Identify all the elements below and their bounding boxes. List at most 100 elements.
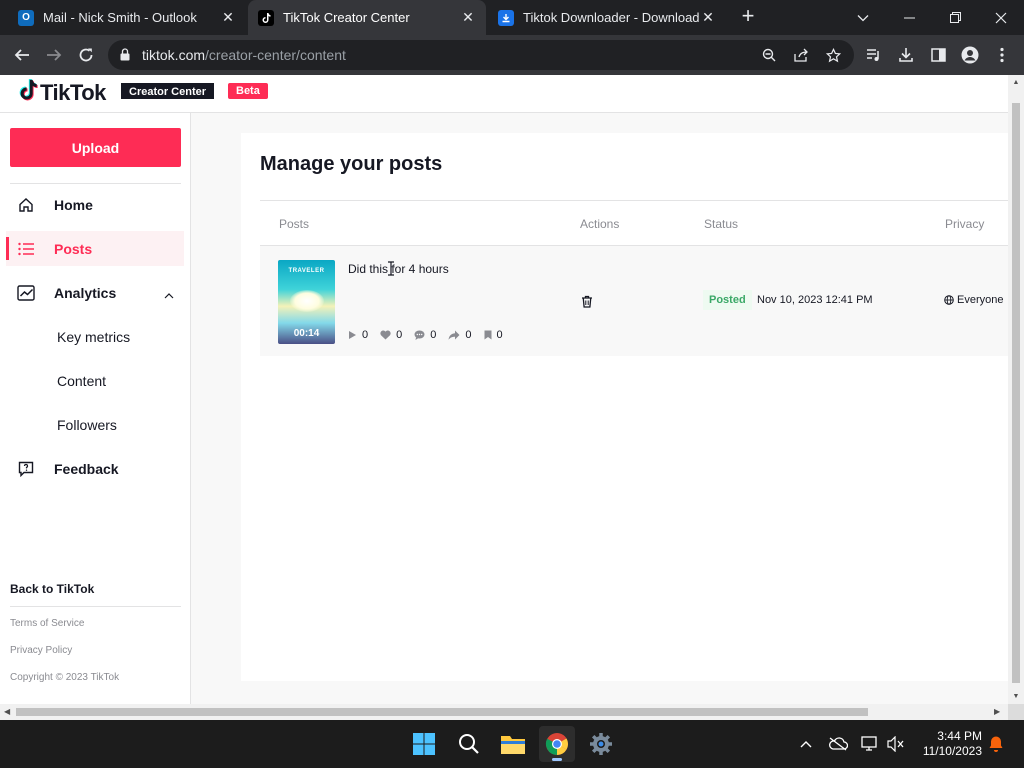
windows-taskbar: 3:44 PM 11/10/2023 — [0, 720, 1024, 768]
address-bar[interactable]: tiktok.com/creator-center/content — [108, 40, 854, 70]
tab-tiktok-downloader[interactable]: Tiktok Downloader - Download ✕ — [488, 0, 726, 35]
download-icon — [498, 9, 514, 26]
saves-stat: 0 — [484, 329, 503, 341]
tray-chevron-up-icon[interactable] — [796, 734, 816, 754]
sidebar-item-label: Home — [54, 196, 93, 213]
play-icon — [348, 330, 357, 340]
privacy-setting[interactable]: Everyone — [944, 294, 1003, 306]
tiktok-logo[interactable]: TikTok — [16, 78, 106, 107]
sidebar-subitem-followers[interactable]: Followers — [57, 417, 117, 433]
forward-arrow-icon[interactable] — [42, 43, 66, 67]
scroll-up-arrow-icon[interactable]: ▲ — [1012, 79, 1020, 86]
logo-wordmark: TikTok — [40, 79, 106, 105]
kebab-menu-icon[interactable] — [990, 43, 1014, 67]
home-icon — [16, 197, 36, 213]
plays-count: 0 — [362, 329, 369, 341]
post-thumbnail[interactable]: TRAVELER 00:14 — [278, 260, 335, 344]
chevron-up-icon[interactable] — [164, 286, 174, 302]
beta-badge: Beta — [228, 83, 268, 99]
scroll-right-arrow-icon[interactable]: ▶ — [994, 707, 1000, 716]
saves-count: 0 — [496, 329, 503, 341]
search-icon[interactable] — [451, 726, 487, 762]
notification-bell-icon[interactable] — [986, 734, 1006, 754]
tab-title: TikTok Creator Center — [283, 10, 410, 25]
file-explorer-icon[interactable] — [495, 726, 531, 762]
reload-icon[interactable] — [74, 43, 98, 67]
status-badge: Posted — [703, 290, 752, 310]
sidebar-subitem-key-metrics[interactable]: Key metrics — [57, 329, 130, 345]
settings-gear-icon[interactable] — [583, 726, 619, 762]
new-tab-button[interactable]: + — [736, 5, 760, 29]
sidebar-item-analytics[interactable]: Analytics — [6, 275, 184, 310]
table-header: Posts Actions Status Privacy — [260, 200, 1008, 246]
privacy-policy-link[interactable]: Privacy Policy — [10, 645, 72, 656]
scroll-down-arrow-icon[interactable]: ▼ — [1012, 693, 1020, 700]
table-row[interactable]: TRAVELER 00:14 Did this for 4 hours 0 0 … — [260, 246, 1008, 356]
page-title: Manage your posts — [260, 153, 443, 175]
sidebar-item-posts[interactable]: Posts — [6, 231, 184, 266]
chrome-icon[interactable] — [539, 726, 575, 762]
close-icon[interactable]: ✕ — [700, 9, 716, 26]
page-viewport: TikTok Creator Center Beta Upload Home P… — [0, 75, 1008, 704]
tab-outlook[interactable]: O Mail - Nick Smith - Outlook ✕ — [8, 0, 246, 35]
column-header-actions: Actions — [580, 217, 620, 231]
column-header-status: Status — [704, 217, 739, 231]
post-stats: 0 0 0 0 0 — [348, 329, 515, 341]
sidebar-item-home[interactable]: Home — [6, 187, 184, 222]
display-icon[interactable] — [860, 734, 880, 754]
clock-time: 3:44 PM — [937, 729, 982, 743]
minimize-button[interactable] — [886, 0, 932, 35]
bookmark-icon — [484, 330, 492, 340]
lock-icon — [120, 48, 130, 66]
sidebar-item-feedback[interactable]: Feedback — [6, 451, 184, 486]
volume-muted-icon[interactable] — [886, 734, 906, 754]
back-to-tiktok-link[interactable]: Back to TikTok — [10, 582, 94, 596]
privacy-label: Everyone — [957, 294, 1004, 306]
terms-of-service-link[interactable]: Terms of Service — [10, 618, 84, 629]
close-window-button[interactable] — [978, 0, 1024, 35]
post-title[interactable]: Did this for 4 hours — [348, 262, 449, 276]
upload-button[interactable]: Upload — [10, 128, 181, 167]
tiktok-note-icon — [16, 78, 38, 107]
globe-icon — [944, 295, 954, 305]
trash-icon[interactable] — [581, 295, 593, 313]
scroll-left-arrow-icon[interactable]: ◀ — [4, 707, 10, 716]
start-windows-icon[interactable] — [406, 726, 442, 762]
video-duration: 00:14 — [293, 328, 320, 339]
side-panel-icon[interactable] — [926, 43, 950, 67]
vertical-scrollbar[interactable]: ▲ ▼ — [1008, 75, 1024, 704]
outlook-icon: O — [18, 9, 34, 26]
text-cursor-icon — [388, 261, 394, 276]
browser-toolbar: tiktok.com/creator-center/content — [0, 35, 1024, 75]
media-playlist-icon[interactable] — [862, 43, 886, 67]
close-icon[interactable]: ✕ — [460, 9, 476, 26]
close-icon[interactable]: ✕ — [220, 9, 236, 26]
tab-tiktok-creator-center[interactable]: TikTok Creator Center ✕ — [248, 0, 486, 35]
horizontal-scroll-thumb[interactable] — [16, 708, 868, 716]
divider — [10, 183, 181, 184]
tab-title: Tiktok Downloader - Download — [523, 10, 700, 25]
share-icon[interactable] — [792, 46, 810, 64]
bookmark-star-icon[interactable] — [824, 46, 842, 64]
posts-panel: Manage your posts Posts Actions Status P… — [241, 133, 1008, 681]
plays-stat: 0 — [348, 329, 368, 341]
profile-avatar-icon[interactable] — [958, 43, 982, 67]
downloads-icon[interactable] — [894, 43, 918, 67]
sidebar-subitem-content[interactable]: Content — [57, 373, 106, 389]
restore-button[interactable] — [932, 0, 978, 35]
zoom-icon[interactable] — [760, 46, 778, 64]
copyright-text: Copyright © 2023 TikTok — [10, 672, 120, 683]
horizontal-scrollbar[interactable]: ◀ ▶ — [0, 704, 1008, 720]
tab-search-chevron-icon[interactable] — [840, 0, 886, 35]
creator-center-badge: Creator Center — [121, 83, 215, 99]
sidebar-item-label: Feedback — [54, 460, 119, 477]
post-date: Nov 10, 2023 12:41 PM — [757, 294, 873, 306]
back-arrow-icon[interactable] — [10, 43, 34, 67]
share-arrow-icon — [448, 330, 460, 340]
onedrive-icon[interactable] — [828, 734, 848, 754]
shares-stat: 0 — [448, 329, 472, 341]
tab-title: Mail - Nick Smith - Outlook — [43, 10, 197, 25]
column-header-posts: Posts — [279, 217, 310, 231]
system-clock[interactable]: 3:44 PM 11/10/2023 — [916, 729, 982, 759]
vertical-scroll-thumb[interactable] — [1012, 103, 1020, 683]
